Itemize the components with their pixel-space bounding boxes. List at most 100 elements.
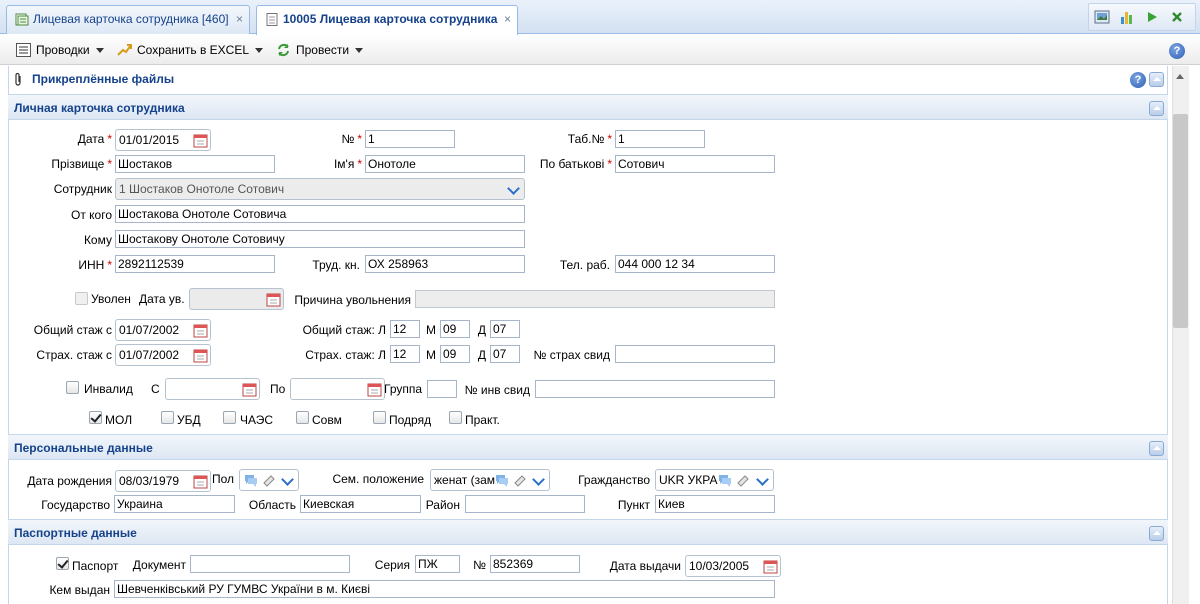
help-icon[interactable]: ? [1169,43,1185,59]
passport-number-field[interactable]: 852369 [490,555,580,573]
ubd-checkbox[interactable] [161,411,174,424]
chevron-down-icon[interactable] [282,474,294,486]
fired-date-field[interactable] [189,288,284,310]
inn-field[interactable]: 2892112539 [115,255,275,273]
chaes-checkbox[interactable] [223,411,236,424]
tabno-field[interactable]: 1 [615,130,705,148]
expand-icon[interactable] [1149,72,1164,87]
ins-exp-months[interactable]: 09 [440,345,470,363]
prakt-checkbox[interactable] [449,411,462,424]
tab-employee-card-10005[interactable]: 10005 Лицевая карточка сотрудника × [256,5,518,35]
workbook-field[interactable]: ОХ 258963 [365,255,525,273]
ins-exp-from-field[interactable]: 01/07/2002 [115,344,211,366]
calendar-icon[interactable] [242,382,257,397]
place-label: Пункт [617,498,650,512]
ins-cert-field[interactable] [615,345,775,363]
tab-employee-card-list[interactable]: Лицевая карточка сотрудника [460] × [6,5,250,34]
region-field[interactable]: Киевская [300,495,421,513]
section-personal-card: Личная карточка сотрудника [8,94,1168,120]
total-exp-from-field[interactable]: 01/07/2002 [115,319,211,341]
patronymic-field[interactable]: Сотович [615,155,775,173]
birth-date-field[interactable]: 08/03/1979 [115,470,211,492]
post-button[interactable]: Провести [276,35,364,65]
help-icon[interactable]: ? [1130,72,1146,88]
chevron-down-icon[interactable] [508,183,520,195]
series-field[interactable]: ПЖ [415,555,460,573]
from-whom-field[interactable]: Шостакова Онотоле Сотовича [115,205,525,223]
close-icon[interactable]: × [236,6,243,32]
total-exp-months[interactable]: 09 [440,320,470,338]
fired-date-label: Дата ув. [139,292,185,306]
name-field[interactable]: Онотоле [365,155,525,173]
district-field[interactable] [465,495,585,513]
calendar-icon[interactable] [367,382,382,397]
ins-cert-label: № страх свид [533,348,610,362]
collapse-icon[interactable] [1149,441,1164,456]
inv-cert-label: № инв свид [464,383,530,397]
attached-files-header[interactable]: Прикреплённые файлы ? [12,70,1164,90]
from-whom-label: От кого [70,208,112,222]
calendar-icon[interactable] [193,348,208,363]
calendar-icon[interactable] [193,133,208,148]
invalid-checkbox[interactable] [66,381,79,394]
dismissal-reason-field[interactable] [415,290,775,308]
name-label: Ім'я * [333,157,362,171]
district-label: Район [425,498,460,512]
run-button[interactable] [1140,5,1164,29]
chevron-down-icon[interactable] [533,474,545,486]
podryad-checkbox[interactable] [373,411,386,424]
work-phone-field[interactable]: 044 000 12 34 [615,255,775,273]
invalid-label: Инвалид [84,382,133,396]
report-button[interactable] [1090,5,1114,29]
mol-checkbox[interactable] [89,411,102,424]
close-icon[interactable]: × [504,6,511,32]
tab-bar: Лицевая карточка сотрудника [460] × 1000… [0,0,1200,35]
postings-button[interactable]: Проводки [16,35,104,65]
citizenship-combo[interactable]: UKR УКРА [655,469,774,491]
collapse-icon[interactable] [1149,526,1164,541]
sex-combo[interactable] [239,469,299,491]
to-whom-field[interactable]: Шостакову Онотоле Сотовичу [115,230,525,248]
days-label: Д [477,348,486,362]
fired-checkbox[interactable] [75,292,88,305]
state-field[interactable]: Украина [114,495,235,513]
document-field[interactable] [190,555,350,573]
total-exp-years[interactable]: 12 [390,320,420,338]
paperclip-icon [15,72,21,86]
calendar-icon[interactable] [763,559,778,574]
inv-cert-field[interactable] [535,380,775,398]
sovm-checkbox[interactable] [296,411,309,424]
issued-by-field[interactable]: Шевченківський РУ ГУМВС України в м. Киє… [114,580,775,598]
invalid-from-date[interactable] [165,378,260,400]
scroll-up-icon[interactable] [1176,74,1184,79]
chevron-down-icon[interactable] [757,474,769,486]
marital-status-combo[interactable]: женат (зам [430,469,550,491]
calendar-icon[interactable] [193,474,208,489]
surname-field[interactable]: Шостаков [115,155,275,173]
invalid-to-date[interactable] [290,378,385,400]
employee-combo[interactable]: 1 Шостаков Онотоле Сотович [115,178,525,200]
chart-button[interactable] [1115,5,1139,29]
passport-number-label: № [473,558,486,572]
save-excel-button[interactable]: Сохранить в EXCEL [117,35,264,65]
issue-date-field[interactable]: 10/03/2005 [685,555,781,577]
lookup-clear-icon[interactable] [244,473,278,487]
lookup-clear-icon[interactable] [495,473,529,487]
calendar-icon[interactable] [193,323,208,338]
calendar-icon[interactable] [266,292,281,307]
attached-files-title: Прикреплённые файлы [32,72,175,86]
place-field[interactable]: Киев [655,495,775,513]
podryad-label: Подряд [389,413,432,427]
scrollbar-thumb[interactable] [1173,114,1188,328]
close-window-button[interactable] [1165,5,1189,29]
group-field[interactable] [427,380,457,398]
lookup-clear-icon[interactable] [718,473,752,487]
ins-exp-years[interactable]: 12 [390,345,420,363]
number-field[interactable]: 1 [365,130,455,148]
date-field[interactable]: 01/01/2015 [115,129,211,151]
passport-checkbox[interactable] [56,557,69,570]
collapse-icon[interactable] [1149,101,1164,116]
months-label: М [426,323,436,337]
ins-exp-days[interactable]: 07 [490,345,520,363]
total-exp-days[interactable]: 07 [490,320,520,338]
